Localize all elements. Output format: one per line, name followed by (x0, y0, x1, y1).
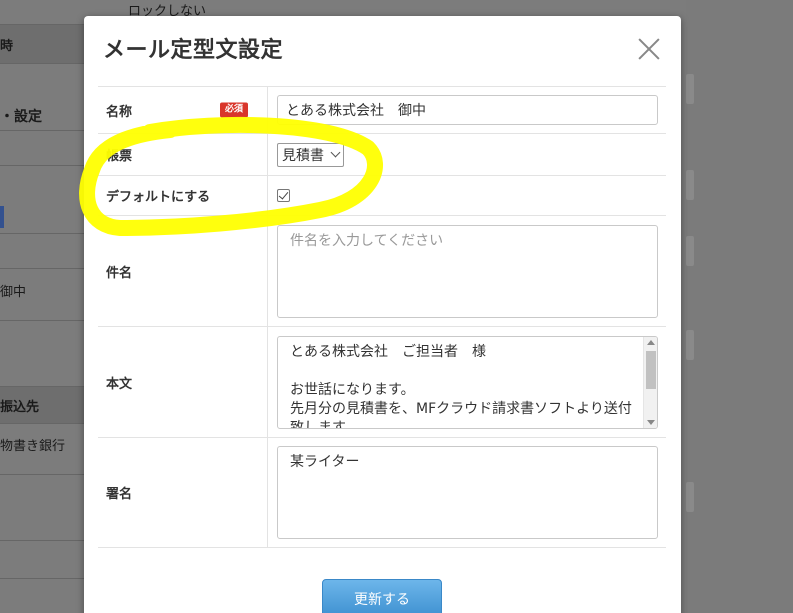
default-value-cell (268, 176, 666, 215)
scroll-up-icon[interactable] (647, 339, 655, 345)
subject-textarea[interactable]: 件名を入力してください (277, 224, 658, 318)
bg-onchu-text: 御中 (0, 285, 27, 300)
form-type-selected: 見積書 (282, 147, 324, 164)
bg-transfer-label: 振込先 (0, 399, 40, 415)
body-line: 致します。 (290, 419, 359, 429)
bg-right-field (686, 74, 694, 104)
signature-textarea[interactable]: 某ライター (277, 446, 658, 539)
modal-title: メール定型文設定 (103, 38, 284, 63)
default-label: デフォルトにする (106, 190, 211, 205)
signature-label: 署名 (106, 487, 133, 502)
body-line: 先月分の見積書を、MFクラウド請求書ソフトより送付 (290, 400, 632, 417)
chevron-down-icon (330, 147, 341, 158)
update-button[interactable]: 更新する (322, 579, 442, 613)
email-template-modal: メール定型文設定 名称 必須 とある株式会社 御中 帳票 見積書 デフォルトにす… (84, 16, 681, 613)
form-row-subject: 件名 件名を入力してください (98, 215, 666, 326)
bg-blue-marker (0, 206, 4, 228)
body-value-cell: とある株式会社 ご担当者 様 お世話になります。 先月分の見積書を、MFクラウド… (268, 327, 666, 437)
scroll-thumb[interactable] (646, 350, 656, 389)
subject-label-cell: 件名 (98, 216, 268, 326)
name-value-cell: とある株式会社 御中 (268, 87, 666, 133)
name-label-cell: 名称 必須 (98, 87, 268, 133)
body-textarea[interactable]: とある株式会社 ご担当者 様 お世話になります。 先月分の見積書を、MFクラウド… (277, 335, 658, 429)
name-label: 名称 (106, 104, 133, 120)
body-label: 本文 (106, 376, 133, 392)
bg-right-field (686, 170, 694, 200)
form-row-name: 名称 必須 とある株式会社 御中 (98, 86, 666, 133)
default-checkbox[interactable] (277, 189, 290, 202)
bg-bank-text: 物書き銀行 (0, 439, 66, 454)
form-row-form-type: 帳票 見積書 (98, 133, 666, 175)
name-input[interactable]: とある株式会社 御中 (277, 95, 658, 125)
close-icon[interactable] (635, 35, 663, 63)
scroll-down-icon[interactable] (647, 419, 655, 425)
body-line: とある株式会社 ご担当者 様 (290, 343, 486, 360)
body-line (290, 362, 645, 381)
form-type-label-cell: 帳票 (98, 134, 268, 175)
template-form: 名称 必須 とある株式会社 御中 帳票 見積書 デフォルトにする 件名 件名を入… (98, 86, 666, 548)
form-type-label: 帳票 (106, 149, 133, 164)
form-row-body: 本文 とある株式会社 ご担当者 様 お世話になります。 先月分の見積書を、MFク… (98, 326, 666, 437)
form-row-default: デフォルトにする (98, 175, 666, 215)
subject-label: 件名 (106, 265, 133, 281)
form-type-select[interactable]: 見積書 (277, 142, 344, 167)
required-badge: 必須 (220, 102, 249, 118)
body-line: お世話になります。 (290, 381, 415, 398)
default-label-cell: デフォルトにする (98, 176, 268, 215)
body-label-cell: 本文 (98, 327, 268, 437)
subject-value-cell: 件名を入力してください (268, 216, 666, 326)
body-scrollbar[interactable] (643, 336, 657, 428)
bg-row-time-label: 時 (0, 38, 14, 54)
form-row-signature: 署名 某ライター (98, 437, 666, 548)
bg-right-field (686, 236, 694, 266)
bg-right-field (686, 330, 694, 360)
bg-section-settings: ・設定 (0, 109, 42, 125)
signature-value-cell: 某ライター (268, 438, 666, 547)
bg-right-field (686, 482, 694, 512)
form-type-value-cell: 見積書 (268, 134, 666, 175)
signature-label-cell: 署名 (98, 438, 268, 547)
bg-section-settings-label: 設定 (14, 109, 42, 125)
